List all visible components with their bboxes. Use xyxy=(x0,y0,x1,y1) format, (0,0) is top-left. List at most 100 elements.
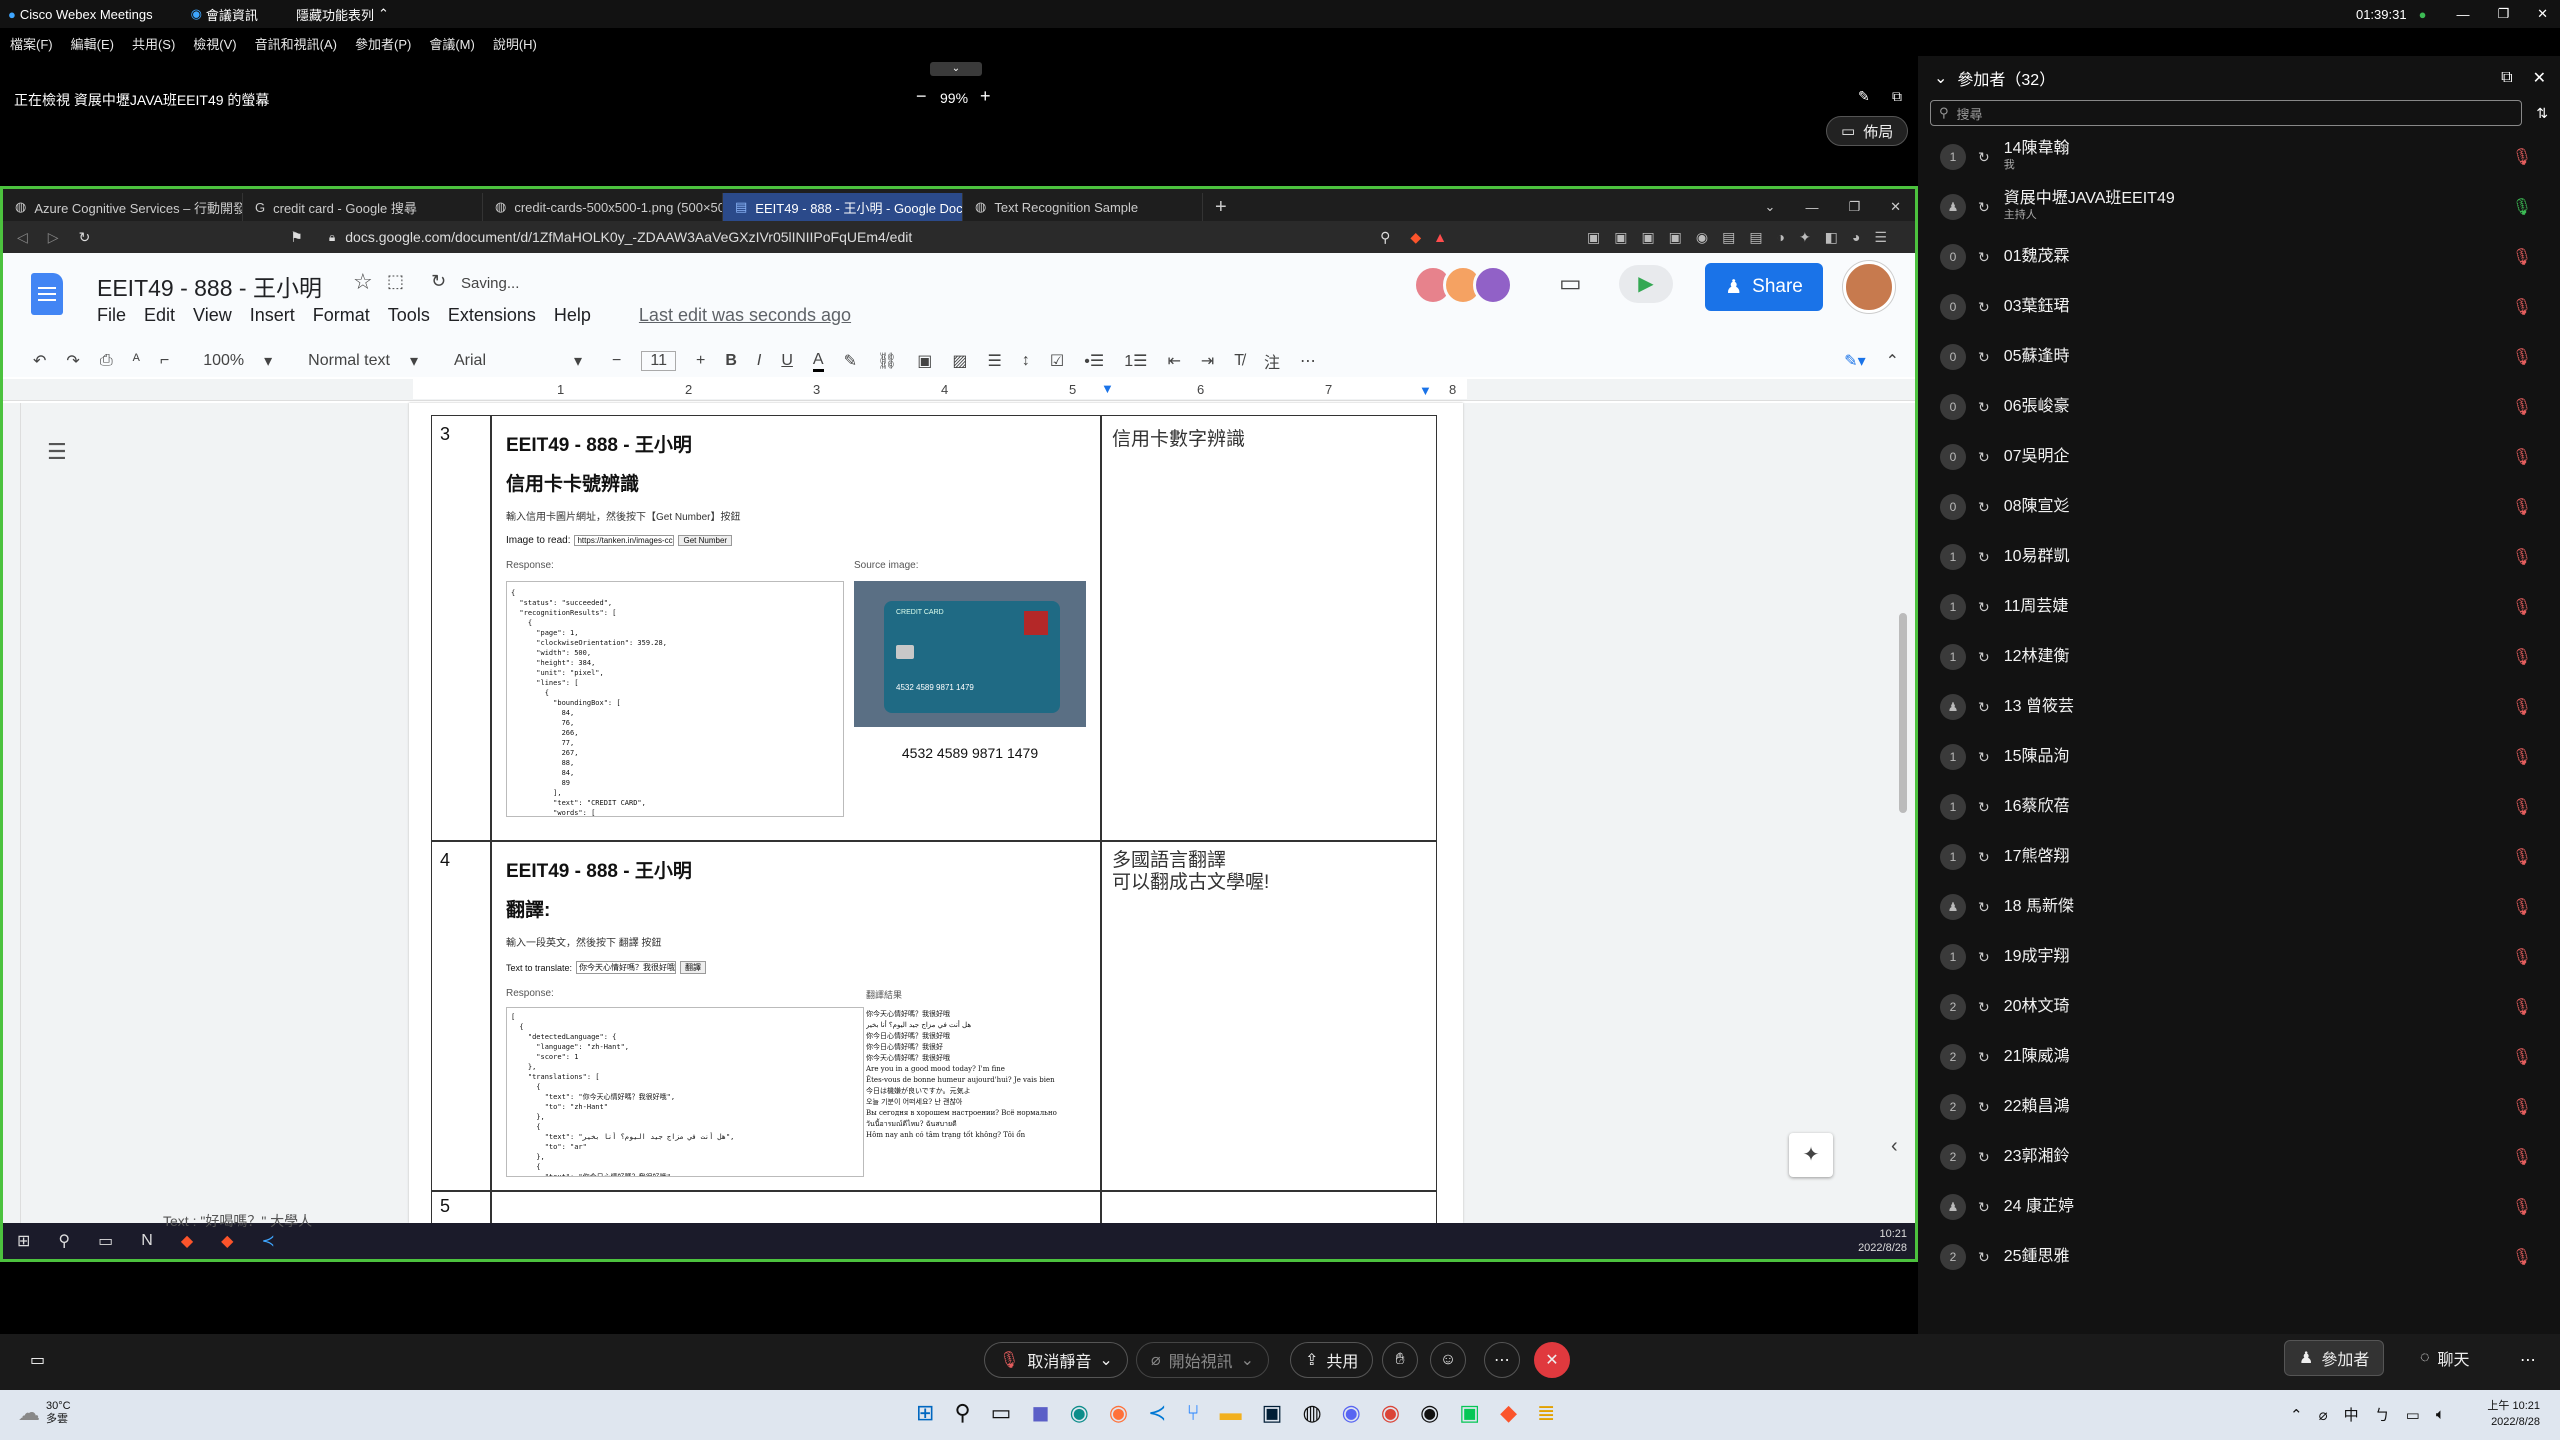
participant-row[interactable]: 1 ↻ 10易群凱 🎙︎ xyxy=(1918,532,2560,582)
url-field[interactable]: docs.google.com/document/d/1ZfMaHOLK0y_-… xyxy=(345,229,912,245)
mic-muted-icon[interactable]: 🎙︎ xyxy=(2512,797,2532,817)
table-cell-desc[interactable]: 多國語言翻譯 可以翻成古文學喔! xyxy=(1101,841,1437,1191)
popout-icon[interactable]: ⧉ xyxy=(2501,69,2512,87)
editing-mode-icon[interactable]: ✎▾ xyxy=(1844,351,1865,371)
undo-icon[interactable]: ↶ xyxy=(33,351,46,371)
align-icon[interactable]: ☰ xyxy=(988,351,1002,371)
hide-menu-button[interactable]: 隱藏功能表列 xyxy=(296,5,374,24)
indent-marker-icon[interactable]: ▼ xyxy=(1101,381,1114,396)
docs-menu-edit[interactable]: Edit xyxy=(144,305,175,326)
weather-widget[interactable]: ☁ 30°C 多雲 xyxy=(18,1400,71,1426)
table-cell-desc[interactable]: 信用卡數字辨識 xyxy=(1101,415,1437,841)
table-cell-num[interactable]: 3 xyxy=(431,415,491,841)
tab-search-icon[interactable]: ⌄ xyxy=(1765,199,1776,215)
outline-icon[interactable]: ☰ xyxy=(47,439,67,465)
mic-muted-icon[interactable]: 🎙︎ xyxy=(2512,1147,2532,1167)
highlight-icon[interactable]: ✎ xyxy=(844,351,857,371)
last-edit-link[interactable]: Last edit was seconds ago xyxy=(639,305,851,326)
collapse-handle[interactable]: ⌄ xyxy=(930,62,982,76)
participant-row[interactable]: 0 ↻ 05蘇逢時 🎙︎ xyxy=(1918,332,2560,382)
start-video-button[interactable]: ⌀ 開始視訊 ⌄ xyxy=(1136,1342,1270,1378)
vscode-icon[interactable]: ≺ xyxy=(1148,1400,1166,1426)
menu-file[interactable]: 檔案(F) xyxy=(10,34,53,53)
mic-muted-icon[interactable]: 🎙︎ xyxy=(2512,947,2532,967)
zoom-select[interactable]: 100% xyxy=(203,352,244,370)
mic-muted-icon[interactable]: 🎙︎ xyxy=(2512,347,2532,367)
file-explorer-icon[interactable]: ▬ xyxy=(1220,1400,1242,1426)
app-icon[interactable]: ◍ xyxy=(1302,1400,1321,1426)
minimize-button[interactable]: — xyxy=(2456,7,2469,22)
mic-muted-icon[interactable]: 🎙︎ xyxy=(2512,897,2532,917)
clear-format-icon[interactable]: T̸ xyxy=(1234,352,1244,370)
panel-more-icon[interactable]: ⋯ xyxy=(2520,1350,2536,1370)
menu-share[interactable]: 共用(S) xyxy=(132,34,175,53)
ime-indicator[interactable]: 中 xyxy=(2344,1404,2359,1425)
share-content-button[interactable]: ⇪ 共用 xyxy=(1290,1342,1374,1378)
windows-start-icon[interactable]: ⊞ xyxy=(17,1231,30,1251)
participant-row[interactable]: 1 ↻ 12林建衡 🎙︎ xyxy=(1918,632,2560,682)
zoom-icon[interactable]: ⚲ xyxy=(1380,229,1390,246)
chevron-up-icon[interactable]: ⌃ xyxy=(2290,1406,2303,1424)
browser-close-button[interactable]: ✕ xyxy=(1890,199,1901,215)
translate-button[interactable]: 翻譯 xyxy=(680,961,707,974)
mic-muted-icon[interactable]: 🎙︎ xyxy=(2512,1047,2532,1067)
notion-icon[interactable]: N xyxy=(141,1232,153,1250)
close-button[interactable]: ✕ xyxy=(2537,6,2548,22)
comments-icon[interactable]: ▭ xyxy=(1559,269,1582,298)
font-select[interactable]: Arial xyxy=(454,352,554,370)
print-icon[interactable]: ⎙ xyxy=(100,352,113,370)
more-options-button[interactable]: ⋯ xyxy=(1484,1342,1520,1378)
participant-row[interactable]: 2 ↻ 23郭湘鈴 🎙︎ xyxy=(1918,1132,2560,1182)
back-icon[interactable]: ◁ xyxy=(17,229,28,246)
brave-shield-icon[interactable]: ◆ xyxy=(1410,229,1421,246)
docs-menu-view[interactable]: View xyxy=(193,305,232,326)
firefox-icon[interactable]: ◉ xyxy=(1109,1400,1128,1426)
participant-row[interactable]: 1 ↻ 14陳韋翰我 🎙︎ xyxy=(1918,132,2560,182)
system-clock[interactable]: 上午 10:21 2022/8/28 xyxy=(2470,1398,2540,1430)
mic-muted-icon[interactable]: 🎙︎ xyxy=(2512,1197,2532,1217)
task-view-icon[interactable]: ▭ xyxy=(991,1400,1012,1426)
windows-start-icon[interactable]: ⊞ xyxy=(916,1400,934,1426)
scrollbar[interactable] xyxy=(1899,613,1907,813)
chat-tab-button[interactable]: ◌ 聊天 xyxy=(2406,1340,2484,1376)
mic-muted-icon[interactable]: ⌀ xyxy=(2319,1406,2328,1424)
sourcetree-icon[interactable]: ⑂ xyxy=(1186,1400,1199,1426)
participant-row[interactable]: 0 ↻ 07吳明企 🎙︎ xyxy=(1918,432,2560,482)
docs-menu-tools[interactable]: Tools xyxy=(388,305,430,326)
participant-row[interactable]: 0 ↻ 03葉鈺珺 🎙︎ xyxy=(1918,282,2560,332)
mic-muted-icon[interactable]: 🎙︎ xyxy=(2512,497,2532,517)
meet-icon[interactable]: ▶ xyxy=(1619,265,1673,303)
chevron-down-icon[interactable]: ▾ xyxy=(574,351,582,371)
bold-icon[interactable]: B xyxy=(725,352,737,370)
new-tab-button[interactable]: + xyxy=(1203,193,1243,221)
chevron-up-icon[interactable]: ⌃ xyxy=(378,6,389,22)
teams-icon[interactable]: ◼ xyxy=(1031,1400,1049,1426)
underline-icon[interactable]: U xyxy=(781,352,793,370)
raise-hand-button[interactable]: ✋︎ xyxy=(1382,1342,1418,1378)
numbered-list-icon[interactable]: 1☰ xyxy=(1124,351,1147,371)
collapse-icon[interactable]: ⌃ xyxy=(1886,351,1899,371)
table-cell-num[interactable]: 4 xyxy=(431,841,491,1191)
chevron-down-icon[interactable]: ▾ xyxy=(264,351,272,371)
ruler[interactable]: 1 2 3 4 5 6 7 8 ▼ ▼ xyxy=(3,379,1915,401)
indent-decrease-icon[interactable]: ⇤ xyxy=(1167,351,1180,371)
mic-muted-icon[interactable]: 🎙︎ xyxy=(2512,597,2532,617)
participant-row[interactable]: ♟ ↻ 24 康芷婷 🎙︎ xyxy=(1918,1182,2560,1232)
italic-icon[interactable]: I xyxy=(757,352,761,370)
text-color-icon[interactable]: A xyxy=(812,351,824,372)
forward-icon[interactable]: ▷ xyxy=(48,229,59,246)
participant-row[interactable]: 0 ↻ 06張峻豪 🎙︎ xyxy=(1918,382,2560,432)
table-cell-content[interactable]: EEIT49 - 888 - 王小明 信用卡卡號辨識 輸入信用卡圖片網址，然後按… xyxy=(491,415,1101,841)
mic-muted-icon[interactable]: 🎙︎ xyxy=(2512,447,2532,467)
menu-help[interactable]: 說明(H) xyxy=(493,34,537,53)
participant-row[interactable]: 0 ↻ 01魏茂霖 🎙︎ xyxy=(1918,232,2560,282)
annotate-icon[interactable]: ✎ xyxy=(1858,88,1870,105)
mic-muted-icon[interactable]: 🎙︎ xyxy=(2512,397,2532,417)
ime-mode-icon[interactable]: ㄅ xyxy=(2375,1404,2390,1425)
chevron-down-icon[interactable]: ▾ xyxy=(410,351,418,371)
account-avatar[interactable] xyxy=(1843,261,1895,313)
search-icon[interactable]: ⚲ xyxy=(954,1400,970,1426)
mic-muted-icon[interactable]: 🎙︎ xyxy=(2512,247,2532,267)
brave-rewards-icon[interactable]: ▲ xyxy=(1433,229,1447,245)
menu-edit[interactable]: 編輯(E) xyxy=(71,34,114,53)
